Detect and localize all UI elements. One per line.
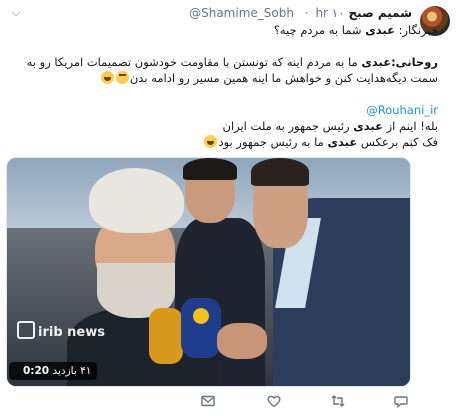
text-line-4: فک کنم برعکس عبدی ما به رئیس جمهور بود <box>16 134 438 150</box>
sad-emoji-icon <box>115 71 129 84</box>
tweet-actions <box>0 393 460 411</box>
text-line-2: روحانی:عبدی ما به مردم اینه که تونستن با… <box>26 55 438 85</box>
tweet-time[interactable]: hr ۱۰ <box>315 6 344 20</box>
laugh-emoji-icon <box>100 71 114 84</box>
reply-icon[interactable] <box>393 393 409 409</box>
tweet[interactable]: شمیم صبح @Shamime_Sobh · hr ۱۰ ⌵ خبرنگار… <box>0 0 460 416</box>
microphone-icon <box>149 308 183 364</box>
separator-dot: · <box>304 6 309 20</box>
mail-icon[interactable] <box>200 393 216 409</box>
mention-line: @Rouhani_ir <box>16 102 438 118</box>
laugh-emoji-icon <box>204 135 218 148</box>
author-name[interactable]: شمیم صبح <box>349 6 412 20</box>
chevron-down-icon[interactable]: ⌵ <box>12 6 20 20</box>
video-meta-badge: ۴۱ بازدید 0:20 <box>9 362 98 380</box>
retweet-icon[interactable] <box>330 393 346 409</box>
text-line-3: بله! اینم از عبدی رئیس جمهور به ملت ایرا… <box>222 119 439 133</box>
mention-link[interactable]: @Rouhani_ir <box>366 103 438 117</box>
tweet-header: شمیم صبح @Shamime_Sobh · hr ۱۰ <box>189 6 412 20</box>
heart-icon[interactable] <box>266 393 282 409</box>
video-player[interactable]: irib news <box>6 157 411 387</box>
author-handle[interactable]: @Shamime_Sobh <box>189 6 294 20</box>
video-duration: 0:20 <box>23 365 50 377</box>
view-count: ۴۱ بازدید <box>52 365 92 377</box>
tweet-text: خبرنگار: عبدی شما به مردم چیه؟ روحانی:عب… <box>16 22 438 150</box>
channel-logo: irib news <box>17 321 105 340</box>
microphone-icon <box>181 298 221 358</box>
text-line-1: خبرنگار: عبدی شما به مردم چیه؟ <box>273 23 438 37</box>
